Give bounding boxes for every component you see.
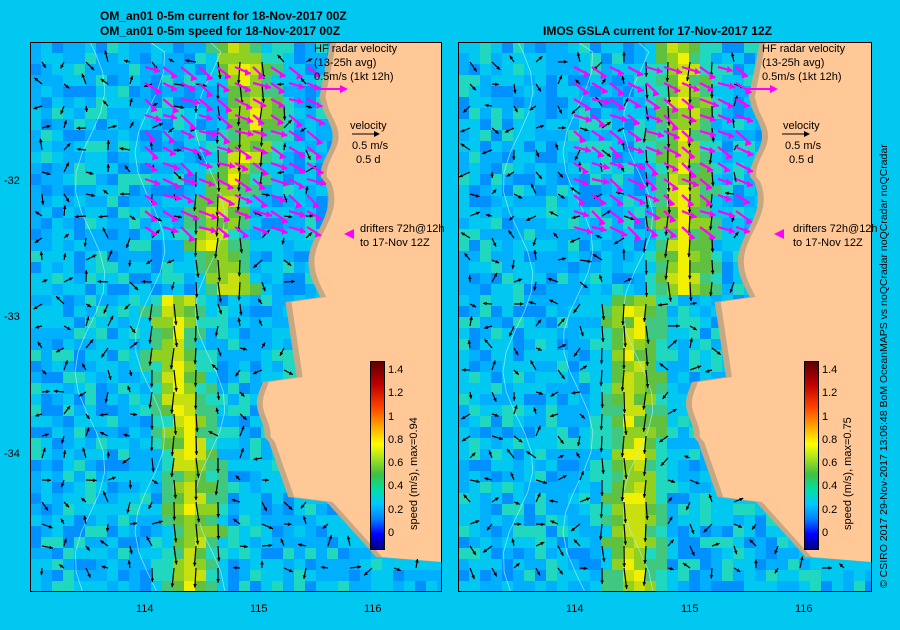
- colorbar-tick: 0.6: [388, 457, 404, 470]
- left-colorbar: [370, 361, 385, 550]
- right-radar-label-3: 0.5m/s (1kt 12h): [762, 71, 842, 83]
- right-drifters-label-1: drifters 72h@12h: [793, 223, 878, 235]
- lat-tick-34: -34: [4, 448, 20, 460]
- left-radar-label-3: 0.5m/s (1kt 12h): [314, 71, 394, 83]
- right-velocity-label-1: velocity: [783, 120, 820, 132]
- left-drifters-label-1: drifters 72h@12h: [360, 223, 445, 235]
- colorbar-tick: 0.6: [822, 457, 838, 470]
- colorbar-tick: 0.4: [388, 480, 404, 493]
- left-velocity-label-2: 0.5 m/s: [352, 140, 389, 152]
- colorbar-tick: 1.4: [388, 364, 404, 376]
- colorbar-tick: 1: [822, 410, 829, 423]
- right-velocity-label-3: 0.5 d: [789, 154, 814, 166]
- left-colorbar-label: speed (m/s), max=0.94: [408, 417, 420, 530]
- left-drifters-label-2: to 17-Nov 12Z: [360, 237, 430, 249]
- right-colorbar-label: speed (m/s), max=0.75: [842, 417, 854, 530]
- left-radar-label-1: HF radar velocity: [314, 43, 398, 55]
- left-velocity-label-1: velocity: [350, 120, 387, 132]
- left-panel-title-1: OM_an01 0-5m current for 18-Nov-2017 00Z: [100, 9, 347, 23]
- lon-tick-right-116: 116: [795, 603, 813, 615]
- right-velocity-label-2: 0.5 m/s: [785, 140, 822, 152]
- colorbar-tick: 1.2: [822, 387, 838, 400]
- left-velocity-label-3: 0.5 d: [356, 154, 381, 166]
- colorbar-tick: 1.4: [822, 364, 838, 376]
- lon-tick-left-114: 114: [136, 603, 154, 615]
- right-radar-label-1: HF radar velocity: [762, 43, 846, 55]
- colorbar-tick: 0.4: [822, 480, 838, 493]
- left-panel-title-2: OM_an01 0-5m speed for 18-Nov-2017 00Z: [100, 24, 341, 38]
- lat-tick-33: -33: [4, 311, 20, 323]
- right-colorbar: [804, 361, 819, 550]
- right-panel-title: IMOS GSLA current for 17-Nov-2017 12Z: [543, 24, 772, 38]
- lon-tick-right-114: 114: [566, 603, 584, 615]
- colorbar-tick: 0: [388, 527, 395, 539]
- colorbar-tick: 1: [388, 410, 395, 423]
- colorbar-tick: 1.2: [388, 387, 404, 400]
- lat-tick-32: -32: [4, 175, 20, 187]
- colorbar-tick: 0.2: [388, 503, 404, 516]
- colorbar-tick: 0.8: [388, 433, 404, 446]
- lon-tick-left-116: 116: [364, 603, 382, 615]
- lon-tick-right-115: 115: [681, 603, 699, 615]
- credit-text: © CSIRO 2017 29-Nov-2017 13:06:48 BoM Oc…: [878, 144, 890, 588]
- right-drifters-label-2: to 17-Nov 12Z: [793, 237, 863, 249]
- colorbar-tick: 0.8: [822, 433, 838, 446]
- lon-tick-left-115: 115: [250, 603, 268, 615]
- right-radar-label-2: (13-25h avg): [762, 57, 825, 69]
- colorbar-tick: 0: [822, 527, 829, 539]
- left-radar-label-2: (13-25h avg): [314, 57, 377, 69]
- colorbar-tick: 0.2: [822, 503, 838, 516]
